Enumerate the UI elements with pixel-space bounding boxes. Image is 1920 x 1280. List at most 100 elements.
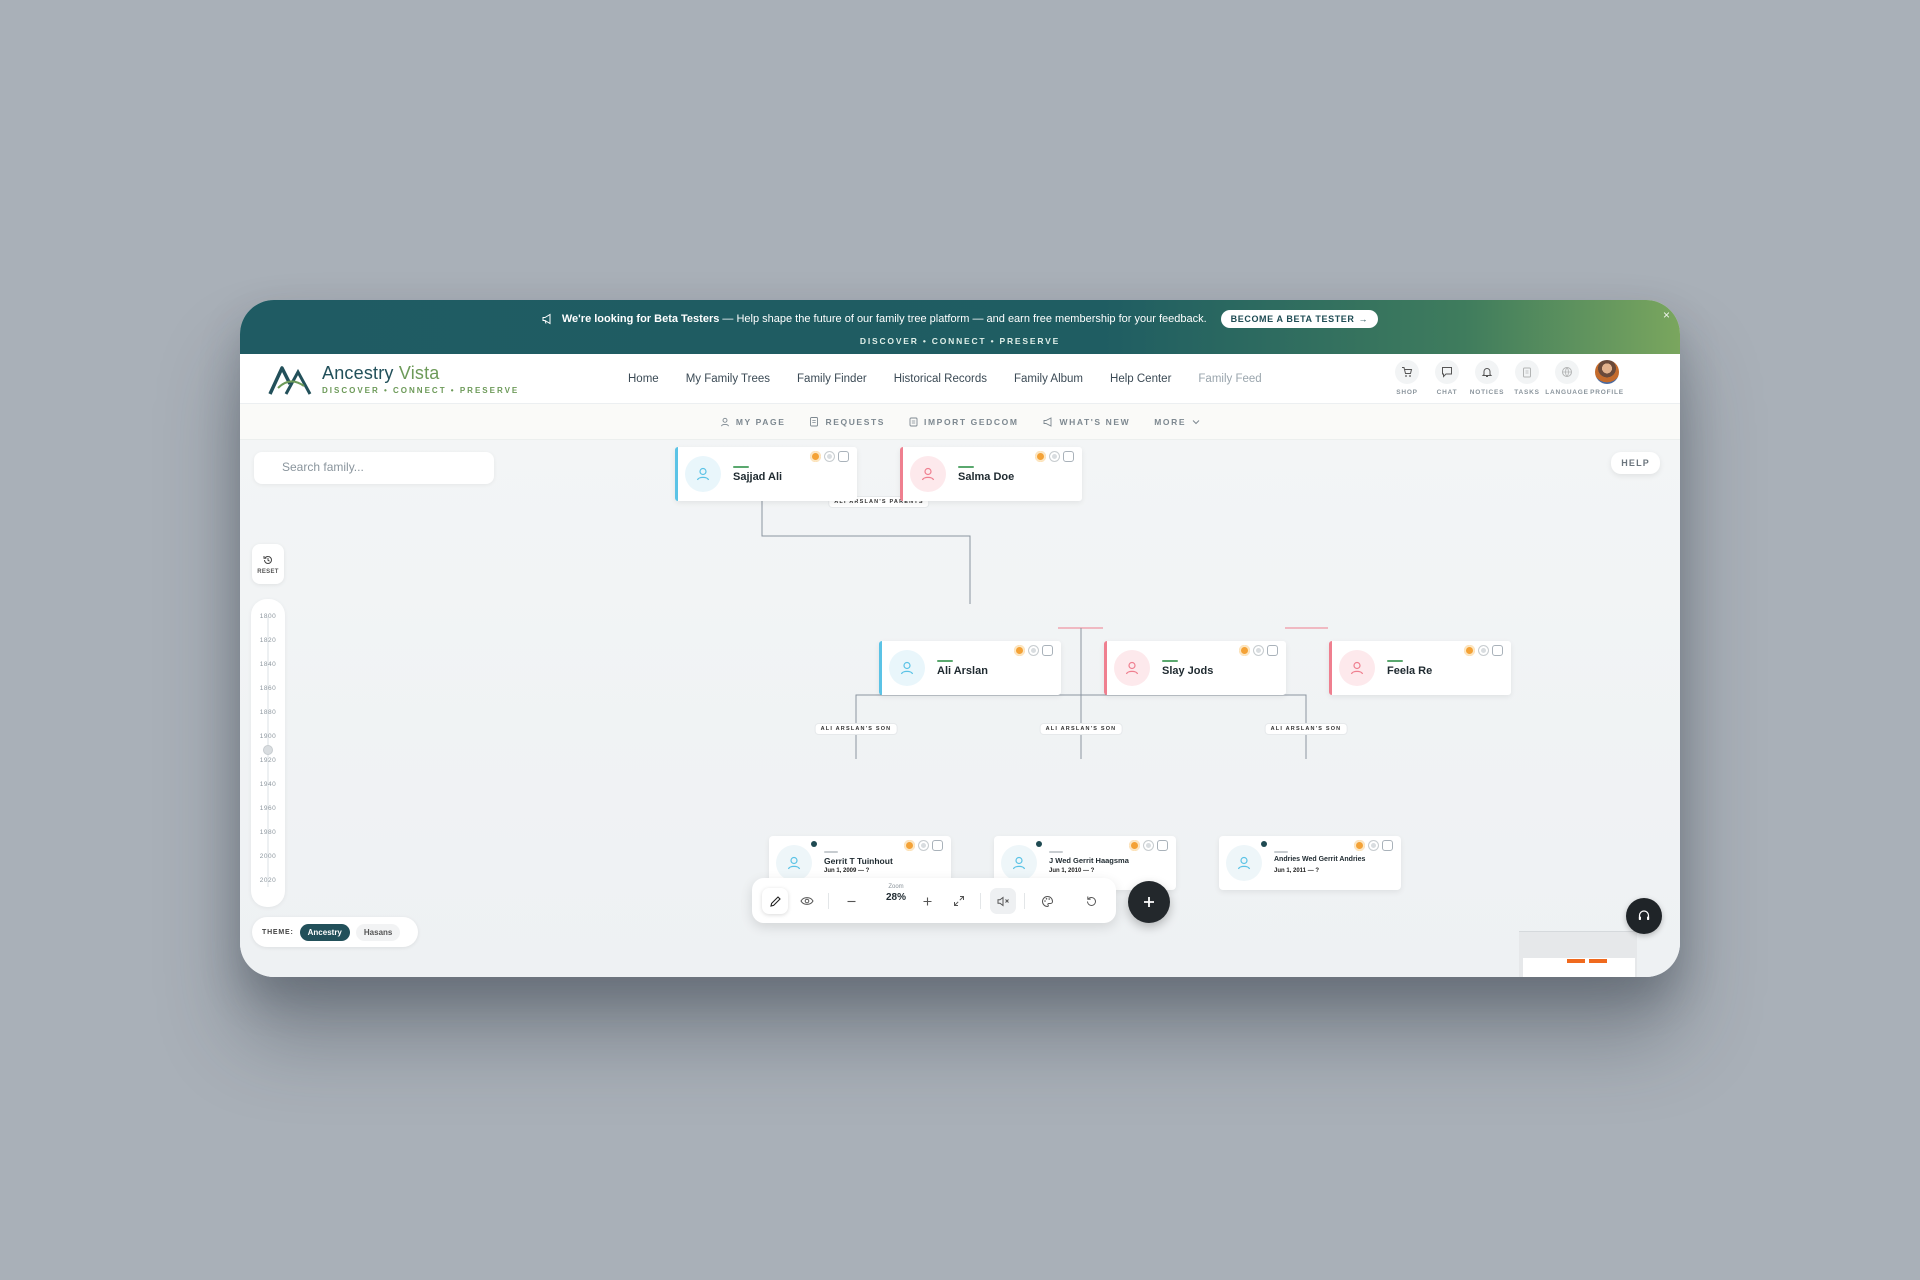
record-badge-icon[interactable] xyxy=(1049,451,1060,462)
profile-button[interactable]: PROFILE xyxy=(1590,360,1624,396)
shop-button[interactable]: SHOP xyxy=(1390,360,1424,396)
record-badge-icon[interactable] xyxy=(824,451,835,462)
brand-logo[interactable]: Ancestry Vista DISCOVER • CONNECT • PRES… xyxy=(268,362,519,396)
subnav-import-gedcom[interactable]: IMPORT GEDCOM xyxy=(909,417,1018,427)
support-chat-button[interactable] xyxy=(1626,898,1662,934)
person-name: Slay Jods xyxy=(1162,665,1214,677)
timeline-handle[interactable] xyxy=(263,745,273,755)
clipboard-icon xyxy=(810,417,819,427)
info-icon[interactable] xyxy=(1267,645,1278,656)
hint-badge-icon[interactable] xyxy=(1035,451,1046,462)
edge-label-son: ALI ARSLAN'S SON xyxy=(815,724,897,734)
theme-option-ancestry[interactable]: Ancestry xyxy=(299,923,350,941)
record-badge-icon[interactable] xyxy=(1253,645,1264,656)
family-tree-canvas[interactable]: ALI ARSLAN'S PARENTS ALI ARSLAN'S SON AL… xyxy=(240,440,1680,977)
beta-button-label: BECOME A BETA TESTER xyxy=(1230,314,1355,324)
hint-badge-icon[interactable] xyxy=(1129,840,1140,851)
info-icon[interactable] xyxy=(1063,451,1074,462)
male-avatar-icon xyxy=(889,650,925,686)
timeline-year: 1840 xyxy=(259,661,277,668)
info-icon[interactable] xyxy=(1382,840,1393,851)
chat-button[interactable]: CHAT xyxy=(1430,360,1464,396)
eye-icon xyxy=(800,897,814,905)
chat-label: CHAT xyxy=(1436,389,1458,396)
subnav-more-label: MORE xyxy=(1154,416,1187,427)
minimap[interactable] xyxy=(1519,931,1637,977)
tasks-button[interactable]: TASKS xyxy=(1510,360,1544,396)
hint-badge-icon[interactable] xyxy=(904,840,915,851)
male-avatar-icon xyxy=(685,456,721,492)
help-button[interactable]: HELP xyxy=(1611,452,1660,474)
notices-button[interactable]: NOTICES xyxy=(1470,360,1504,396)
subnav-requests[interactable]: REQUESTS xyxy=(809,416,885,427)
beta-banner: We're looking for Beta Testers — Help sh… xyxy=(240,300,1680,354)
status-tag xyxy=(958,466,974,468)
reset-button[interactable]: RESET xyxy=(252,544,284,584)
bell-icon xyxy=(1481,368,1493,377)
timeline-slider[interactable]: 1800 1820 1840 1860 1880 1900 1920 1940 … xyxy=(251,599,285,907)
person-card-sajjad-ali[interactable]: Sajjad Ali xyxy=(675,447,857,501)
zoom-in-button[interactable] xyxy=(914,888,940,914)
hint-badge-icon[interactable] xyxy=(810,451,821,462)
palette-button[interactable] xyxy=(1034,888,1060,914)
person-name: Sajjad Ali xyxy=(733,471,783,483)
nav-home[interactable]: Home xyxy=(628,373,659,385)
record-badge-icon[interactable] xyxy=(1028,645,1039,656)
refresh-button[interactable] xyxy=(1078,888,1104,914)
theme-option-hasans[interactable]: Hasans xyxy=(355,923,401,941)
toolbar-divider xyxy=(980,893,981,909)
hint-badge-icon[interactable] xyxy=(1239,645,1250,656)
headset-icon xyxy=(1638,910,1650,920)
language-button[interactable]: LANGUAGE xyxy=(1545,360,1588,396)
info-icon[interactable] xyxy=(1492,645,1503,656)
person-dates: Jun 1, 2010 — ? xyxy=(1049,868,1095,874)
hint-badge-icon[interactable] xyxy=(1014,645,1025,656)
info-icon[interactable] xyxy=(1157,840,1168,851)
subnav-my-page[interactable]: MY PAGE xyxy=(720,417,786,427)
plus-icon xyxy=(1144,897,1154,907)
person-card-feela-re[interactable]: Feela Re xyxy=(1329,641,1511,695)
nav-family-finder[interactable]: Family Finder xyxy=(797,373,867,385)
timeline-year: 1980 xyxy=(259,829,277,836)
main-nav-links: Home My Family Trees Family Finder Histo… xyxy=(628,354,1262,404)
nav-family-feed[interactable]: Family Feed xyxy=(1198,373,1261,385)
banner-text: We're looking for Beta Testers — Help sh… xyxy=(561,313,1207,325)
info-icon[interactable] xyxy=(932,840,943,851)
cart-icon xyxy=(1402,367,1413,377)
info-icon[interactable] xyxy=(838,451,849,462)
record-badge-icon[interactable] xyxy=(1478,645,1489,656)
hint-badge-icon[interactable] xyxy=(1464,645,1475,656)
add-person-button[interactable] xyxy=(1128,881,1170,923)
person-card-ali-arslan[interactable]: Ali Arslan xyxy=(879,641,1061,695)
person-name: Salma Doe xyxy=(958,471,1015,483)
fit-screen-button[interactable] xyxy=(946,888,972,914)
zoom-out-button[interactable] xyxy=(838,888,864,914)
close-icon[interactable]: × xyxy=(1663,308,1670,322)
become-beta-tester-button[interactable]: BECOME A BETA TESTER → xyxy=(1220,310,1379,328)
search-family-input[interactable]: Search family... xyxy=(254,452,494,484)
record-badge-icon[interactable] xyxy=(1368,840,1379,851)
nav-my-family-trees[interactable]: My Family Trees xyxy=(686,373,770,385)
brand-tagline: DISCOVER • CONNECT • PRESERVE xyxy=(322,386,520,395)
nav-help-center[interactable]: Help Center xyxy=(1110,373,1171,385)
timeline-year: 1860 xyxy=(259,685,277,692)
person-card-slay-jods[interactable]: Slay Jods xyxy=(1104,641,1286,695)
record-badge-icon[interactable] xyxy=(1143,840,1154,851)
info-icon[interactable] xyxy=(1042,645,1053,656)
timeline-year: 1920 xyxy=(259,757,277,764)
status-tag xyxy=(733,466,749,468)
nav-historical-records[interactable]: Historical Records xyxy=(894,373,987,385)
timeline-year: 2020 xyxy=(259,877,277,884)
record-badge-icon[interactable] xyxy=(918,840,929,851)
timeline-year: 1880 xyxy=(259,709,277,716)
plus-icon xyxy=(923,897,931,905)
nav-family-album[interactable]: Family Album xyxy=(1014,373,1083,385)
person-card-andries-wed-gerrit-andries[interactable]: Andries Wed Gerrit Andries Jun 1, 2011 —… xyxy=(1219,836,1401,890)
view-mode-button[interactable] xyxy=(794,888,820,914)
mute-button[interactable] xyxy=(990,888,1016,914)
subnav-whats-new[interactable]: WHAT'S NEW xyxy=(1043,417,1131,427)
subnav-more[interactable]: MORE xyxy=(1154,417,1200,427)
hint-badge-icon[interactable] xyxy=(1354,840,1365,851)
edit-mode-button[interactable] xyxy=(762,888,788,914)
person-card-salma-doe[interactable]: Salma Doe xyxy=(900,447,1082,501)
